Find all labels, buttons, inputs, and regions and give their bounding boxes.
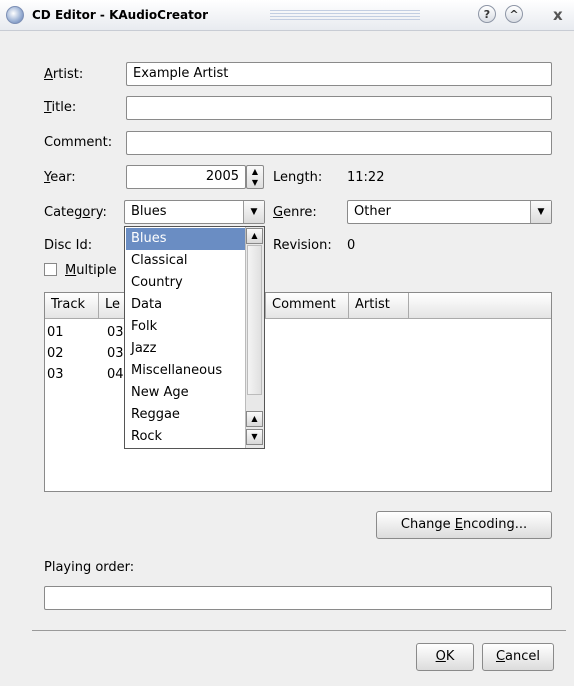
table-row-length[interactable]: 03 — [107, 346, 124, 361]
playing-order-label: Playing order: — [44, 560, 135, 575]
genre-value: Other — [354, 204, 391, 219]
artist-field[interactable]: Example Artist — [126, 62, 552, 86]
year-field[interactable]: 2005 — [126, 165, 246, 189]
title-bar: CD Editor - KAudioCreator ? ^ x — [0, 0, 574, 31]
playing-order-field[interactable] — [44, 586, 552, 610]
track-table[interactable]: Track Le Comment Artist 01 03 02 03 03 0… — [44, 292, 552, 492]
genre-combo[interactable]: Other ▼ — [347, 200, 552, 224]
column-header-track[interactable]: Track — [45, 293, 99, 319]
dropdown-option[interactable]: Country — [126, 272, 246, 294]
year-spinner[interactable]: ▲ ▼ — [246, 165, 264, 189]
change-encoding-button[interactable]: Change Encoding... — [376, 511, 552, 539]
chevron-down-icon[interactable]: ▼ — [243, 201, 264, 223]
title-label: Title: — [44, 100, 77, 115]
category-dropdown-list[interactable]: Blues Classical Country Data Folk Jazz M… — [124, 226, 265, 449]
dropdown-option[interactable]: Reggae — [126, 404, 246, 426]
ok-button[interactable]: OK — [416, 643, 474, 671]
column-header-filler — [409, 293, 551, 319]
chevron-down-icon[interactable]: ▼ — [530, 201, 551, 223]
table-row-length[interactable]: 04 — [107, 367, 124, 382]
multiple-label[interactable]: Multiple — [65, 263, 117, 278]
dropdown-scrollbar[interactable]: ▲ ▲ ▼ — [245, 227, 264, 448]
dropdown-option[interactable]: Folk — [126, 316, 246, 338]
dropdown-option[interactable]: Data — [126, 294, 246, 316]
year-label: Year: — [44, 170, 76, 185]
multiple-artists-checkbox[interactable] — [44, 263, 57, 276]
shade-button[interactable]: ^ — [505, 5, 523, 23]
length-value: 11:22 — [347, 170, 385, 185]
table-row-track[interactable]: 02 — [47, 346, 64, 361]
column-header-artist[interactable]: Artist — [349, 293, 409, 319]
length-label: Length: — [273, 170, 323, 185]
close-button[interactable]: x — [553, 6, 563, 24]
window-title: CD Editor - KAudioCreator — [32, 8, 209, 22]
title-bar-decoration — [270, 10, 420, 20]
dropdown-option[interactable]: Classical — [126, 250, 246, 272]
revision-label: Revision: — [273, 238, 332, 253]
title-field[interactable] — [126, 96, 552, 120]
column-header-comment[interactable]: Comment — [265, 293, 349, 319]
scroll-up-icon[interactable]: ▲ — [246, 228, 263, 244]
app-icon[interactable] — [6, 6, 24, 24]
cancel-button[interactable]: Cancel — [482, 643, 554, 671]
scroll-down-icon[interactable]: ▼ — [246, 429, 263, 445]
comment-field[interactable] — [126, 131, 552, 155]
dropdown-option[interactable]: Jazz — [126, 338, 246, 360]
help-button[interactable]: ? — [478, 5, 496, 23]
scroll-up-icon[interactable]: ▲ — [246, 411, 263, 427]
dropdown-option[interactable]: Miscellaneous — [126, 360, 246, 382]
dropdown-option[interactable]: Rock — [126, 426, 246, 448]
table-row-length[interactable]: 03 — [107, 325, 124, 340]
spin-down-icon[interactable]: ▼ — [247, 177, 263, 188]
category-label: Category: — [44, 205, 107, 220]
category-value: Blues — [131, 204, 167, 219]
artist-label: Artist: — [44, 67, 84, 82]
revision-value: 0 — [347, 238, 356, 253]
scrollbar-thumb[interactable] — [247, 245, 262, 395]
table-row-track[interactable]: 01 — [47, 325, 64, 340]
dropdown-option[interactable]: New Age — [126, 382, 246, 404]
table-row-track[interactable]: 03 — [47, 367, 64, 382]
disc-id-label: Disc Id: — [44, 238, 93, 253]
dropdown-option[interactable]: Blues — [126, 228, 246, 250]
comment-label: Comment: — [44, 135, 113, 150]
divider — [32, 630, 566, 631]
genre-label: Genre: — [273, 205, 317, 220]
category-combo[interactable]: Blues ▼ — [124, 200, 265, 224]
spin-up-icon[interactable]: ▲ — [247, 166, 263, 177]
